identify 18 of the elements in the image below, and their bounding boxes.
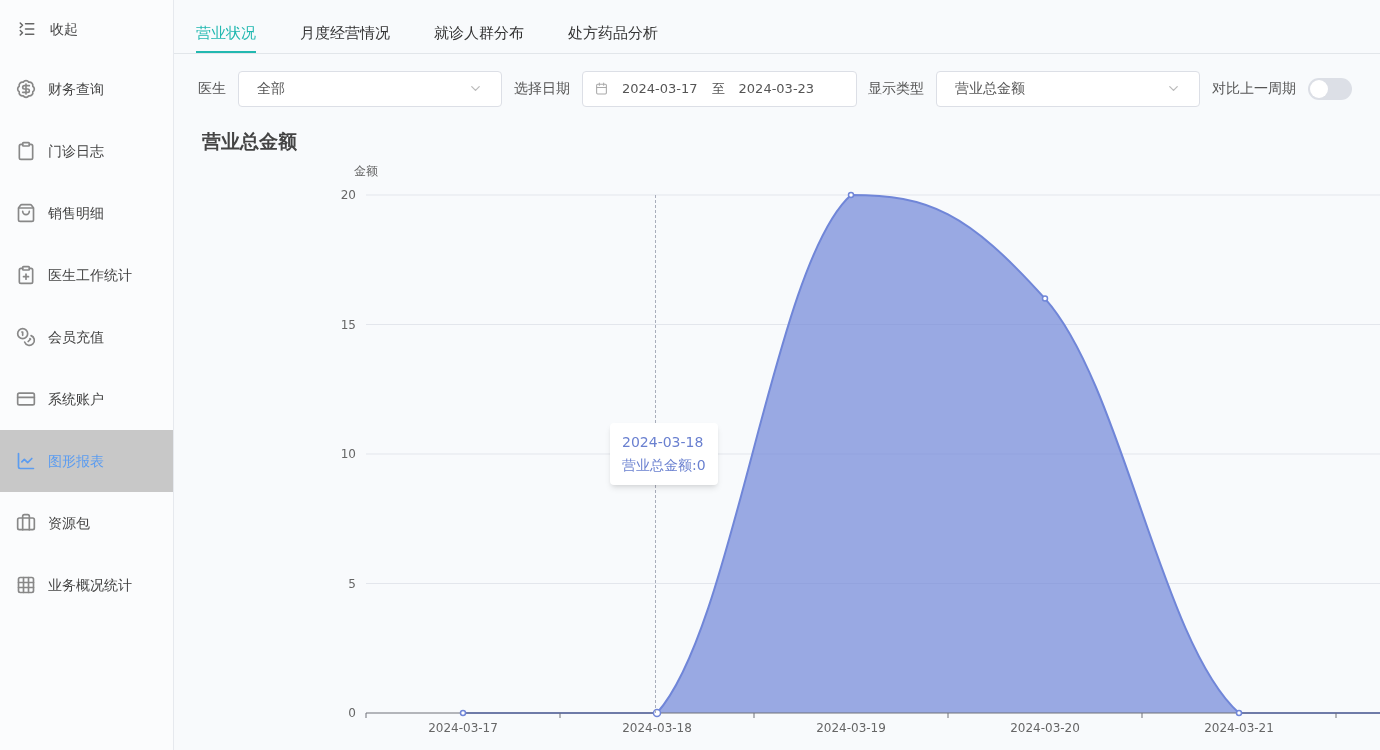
- type-label: 显示类型: [868, 79, 924, 98]
- y-tick-label: 5: [348, 576, 356, 591]
- y-tick-label: 0: [348, 706, 356, 720]
- x-tick-label: 2024-03-21: [1204, 721, 1274, 735]
- y-axis-label: 金额: [354, 164, 378, 178]
- chart-title: 营业总金额: [202, 128, 298, 154]
- x-tick-label: 2024-03-19: [816, 721, 886, 735]
- x-tick-label: 2024-03-18: [622, 721, 692, 735]
- tooltip-date: 2024-03-18: [622, 433, 705, 452]
- date-label: 选择日期: [514, 79, 570, 98]
- tooltip-value: 营业总金额:0: [622, 456, 706, 475]
- x-tick-label: 2024-03-20: [1010, 721, 1080, 735]
- y-tick-label: 20: [340, 188, 356, 202]
- y-tick-label: 15: [340, 317, 356, 332]
- x-tick-label: 2024-03-17: [428, 721, 498, 735]
- doctor-label: 医生: [198, 79, 226, 98]
- y-tick-label: 10: [340, 447, 356, 461]
- compare-label: 对比上一周期: [1212, 79, 1296, 98]
